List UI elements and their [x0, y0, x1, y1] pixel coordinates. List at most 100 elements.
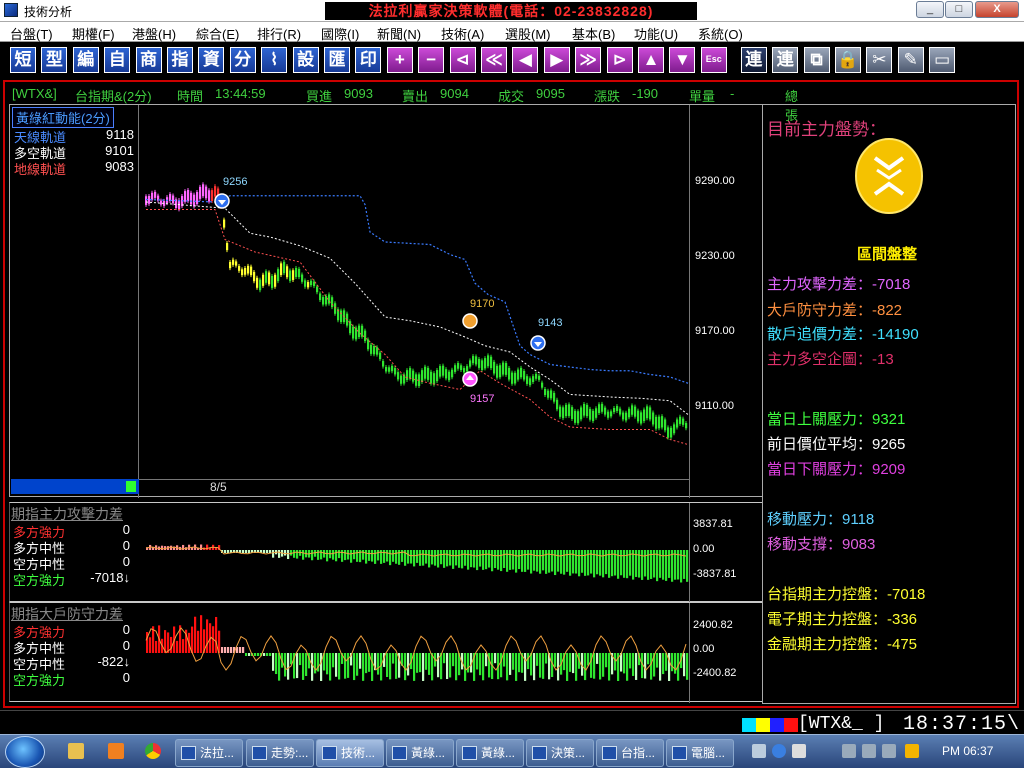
histogram-bar: [485, 653, 488, 667]
zoom-in-button[interactable]: +: [386, 47, 413, 73]
histogram-bar: [560, 550, 563, 574]
commodity-button[interactable]: 商: [135, 47, 162, 73]
histogram-bar: [425, 653, 428, 670]
forward-button[interactable]: ▶: [543, 47, 570, 73]
pattern-button[interactable]: 型: [41, 47, 68, 73]
taskbar-window-button[interactable]: 技術...: [316, 739, 384, 767]
close-button[interactable]: X: [975, 1, 1019, 18]
period-button[interactable]: 分: [229, 47, 256, 73]
status-code-input[interactable]: [WTX&_ ]: [798, 714, 884, 734]
chart-tool-button[interactable]: ⌇: [261, 47, 288, 73]
histogram-bar: [500, 653, 503, 678]
candle: [160, 200, 163, 205]
menu-item[interactable]: 港盤(H): [132, 24, 176, 43]
tray-help-icon[interactable]: [772, 744, 786, 758]
taskbar-window-button[interactable]: 走勢:...: [246, 739, 314, 767]
menu-item[interactable]: 功能(U): [634, 24, 678, 43]
chart-area: [WTX&] 台指期&(2分) 時間 13:44:59 買進 9093 賣出 9…: [9, 84, 798, 704]
indicator-button[interactable]: 指: [167, 47, 193, 73]
custom-button[interactable]: 自: [104, 47, 131, 73]
histogram-bar: [464, 550, 467, 566]
taskbar-window-button[interactable]: 黃綠...: [456, 739, 524, 767]
histogram-bar: [539, 653, 542, 678]
zoom-out-button[interactable]: −: [418, 47, 445, 73]
tray-drive-icon[interactable]: [905, 744, 919, 758]
histogram-bar: [566, 653, 569, 681]
link2-button[interactable]: 連: [772, 47, 799, 73]
media-player-icon[interactable]: [108, 743, 124, 759]
scroll-thumb[interactable]: [126, 481, 136, 492]
settings-button[interactable]: 設: [292, 47, 319, 73]
menu-item[interactable]: 國際(I): [321, 24, 359, 43]
tray-flag-icon[interactable]: [842, 744, 856, 758]
up-button[interactable]: ▲: [638, 47, 664, 73]
histogram-bar: [539, 550, 542, 574]
histogram-bar: [536, 653, 539, 666]
chrome-icon[interactable]: [145, 743, 161, 759]
edit-button[interactable]: 編: [72, 47, 99, 73]
explorer-icon[interactable]: [68, 743, 84, 759]
cut-button[interactable]: ✂: [866, 47, 893, 73]
minimize-button[interactable]: _: [916, 1, 944, 18]
attack-plot[interactable]: [10, 503, 764, 603]
histogram-bar: [455, 653, 458, 681]
menu-item[interactable]: 排行(R): [257, 24, 301, 43]
tray-volume-icon[interactable]: [882, 744, 896, 758]
start-button[interactable]: [5, 736, 45, 768]
menu-item[interactable]: 新聞(N): [377, 24, 421, 43]
menu-item[interactable]: 選股(M): [505, 24, 551, 43]
link-button[interactable]: 連: [740, 47, 767, 73]
export-button[interactable]: 匯: [324, 47, 350, 73]
last-button[interactable]: ⊳: [606, 47, 633, 73]
price-plot[interactable]: 9256 9170 9143 9157: [10, 105, 764, 498]
menu-item[interactable]: 期權(F): [72, 24, 115, 43]
system-clock[interactable]: PM 06:37: [942, 744, 993, 758]
histogram-bar: [407, 653, 410, 676]
task-label: 黃綠...: [481, 746, 516, 760]
back-button[interactable]: ◀: [512, 47, 539, 73]
taskbar-window-button[interactable]: 台指...: [596, 739, 664, 767]
tray-ime-icon[interactable]: [792, 744, 806, 758]
menu-item[interactable]: 台盤(T): [10, 24, 53, 43]
print-button[interactable]: 印: [355, 47, 382, 73]
down-button[interactable]: ▼: [669, 47, 696, 73]
lock-button[interactable]: 🔒: [835, 47, 861, 73]
menu-item[interactable]: 技術(A): [441, 24, 484, 43]
histogram-bar: [389, 653, 392, 680]
taskbar-window-button[interactable]: 法拉...: [175, 739, 243, 767]
histogram-bar: [311, 550, 314, 561]
restore-button[interactable]: ▭: [929, 47, 956, 73]
fast-back-button[interactable]: ≪: [481, 47, 507, 73]
fast-forward-button[interactable]: ≫: [575, 47, 602, 73]
histogram-bar: [362, 550, 365, 560]
histogram-bar: [311, 653, 314, 681]
menu-item[interactable]: 系統(O): [698, 24, 743, 43]
candle: [262, 274, 265, 286]
defense-plot[interactable]: [10, 603, 764, 703]
maximize-button[interactable]: □: [945, 1, 973, 18]
candle: [682, 418, 685, 425]
data-button[interactable]: 資: [198, 47, 225, 73]
short-button[interactable]: 短: [10, 47, 36, 73]
menu-item[interactable]: 基本(B): [572, 24, 615, 43]
histogram-bar: [191, 626, 194, 653]
tray-network-icon[interactable]: [862, 744, 876, 758]
esc-button[interactable]: Esc: [700, 47, 727, 73]
attack-panel[interactable]: 期指主力攻擊力差 多方強力 0 多方中性 0 空方中性 0 空方強力 -7018↓ 38…: [9, 502, 764, 603]
menu-item[interactable]: 綜合(E): [196, 24, 239, 43]
tray-keyboard-icon[interactable]: [752, 744, 766, 758]
defense-panel[interactable]: 期指大戶防守力差 多方強力 0 多方中性 0 空方中性 -822↓ 空方強力 0 240…: [9, 602, 764, 703]
histogram-bar: [476, 550, 479, 571]
taskbar-window-button[interactable]: 黃綠...: [386, 739, 454, 767]
scroll-bar[interactable]: [11, 479, 139, 494]
histogram-bar: [554, 653, 557, 667]
histogram-bar: [542, 653, 545, 679]
histogram-bar: [230, 647, 233, 653]
taskbar-window-button[interactable]: 決策...: [526, 739, 594, 767]
first-button[interactable]: ⊲: [449, 47, 476, 73]
histogram-bar: [155, 640, 158, 653]
draw-button[interactable]: ✎: [897, 47, 924, 73]
taskbar-window-button[interactable]: 電腦...: [666, 739, 734, 767]
price-chart-panel[interactable]: 黃綠紅動能(2分) 天線軌道 9118 多空軌道 9101 地線軌道 9083 …: [9, 104, 764, 498]
window-button[interactable]: ⧉: [803, 47, 830, 73]
